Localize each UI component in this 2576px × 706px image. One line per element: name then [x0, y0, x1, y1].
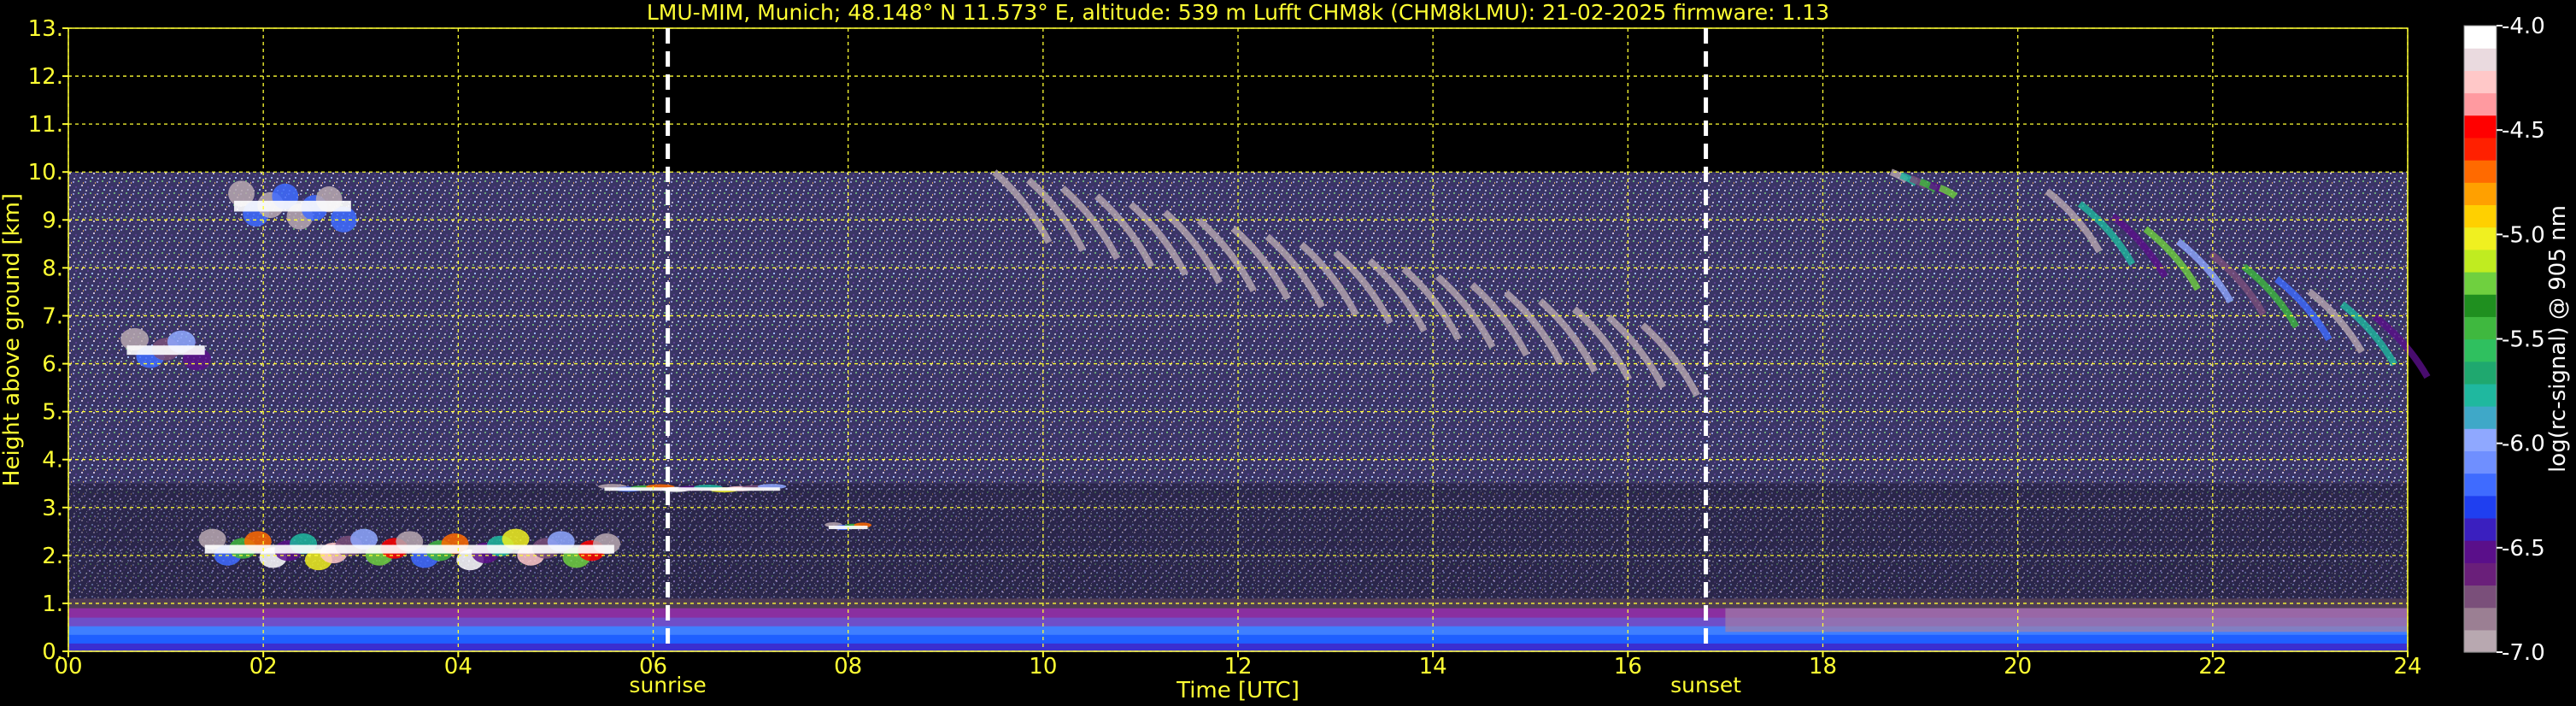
- sun-marker-label: sunset: [1670, 673, 1741, 697]
- colorbar-tick-label: -7.0: [2502, 640, 2545, 666]
- x-axis-label: Time [UTC]: [1176, 678, 1300, 703]
- y-tick-label: 7.: [42, 303, 63, 329]
- x-tick-label: 08: [834, 654, 862, 680]
- colorbar-segment: [2464, 495, 2497, 519]
- x-tick-label: 14: [1419, 654, 1447, 680]
- colorbar-segment: [2464, 473, 2497, 497]
- colorbar-segment: [2464, 227, 2497, 250]
- colorbar-segment: [2464, 70, 2497, 94]
- colorbar-label: log(rc-signal) @ 905 nm: [2545, 205, 2571, 473]
- x-tick-label: 16: [1614, 654, 1642, 680]
- y-tick-label: 12.: [28, 64, 63, 90]
- x-axis-ticks: 00 02 04 06 08 10 12 14 16 18 20 22 24: [54, 651, 2422, 680]
- colorbar-tick-label: -4.5: [2502, 118, 2545, 144]
- colorbar-tick-label: -5.0: [2502, 222, 2545, 248]
- colorbar-segment: [2464, 249, 2497, 273]
- y-tick-label: 0.: [42, 639, 63, 665]
- colorbar-segment: [2464, 182, 2497, 206]
- x-tick-label: 12: [1223, 654, 1252, 680]
- y-tick-label: 9.: [42, 208, 63, 233]
- y-axis-label: Height above ground [km]: [0, 193, 25, 486]
- x-tick-label: 06: [639, 654, 667, 680]
- colorbar-segment: [2464, 92, 2497, 116]
- cloud-core: [233, 200, 351, 212]
- x-tick-label: 24: [2393, 654, 2421, 680]
- colorbar-segment: [2464, 294, 2497, 317]
- colorbar-segment: [2464, 271, 2497, 295]
- ceilometer-chart: sunrise sunset 00 02 04 06 08 10 12 14 16 18 20 22 24…: [0, 0, 2571, 703]
- y-tick-label: 6.: [42, 352, 63, 378]
- y-tick-label: 2.: [42, 544, 63, 569]
- colorbar: -4.0 -4.5 -5.0 -5.5 -6.0 -6.5 -7.0: [2463, 14, 2545, 666]
- x-tick-label: 22: [2198, 654, 2227, 680]
- y-tick-label: 3.: [42, 496, 63, 521]
- colorbar-segment: [2464, 137, 2497, 161]
- cloud-core: [604, 487, 780, 491]
- colorbar-segment: [2464, 204, 2497, 228]
- x-tick-label: 02: [249, 654, 278, 680]
- colorbar-segment: [2464, 607, 2497, 631]
- colorbar-segment: [2464, 428, 2497, 451]
- colorbar-segment: [2464, 26, 2497, 49]
- colorbar-segment: [2464, 160, 2497, 183]
- colorbar-tick-label: -5.5: [2502, 327, 2545, 353]
- y-tick-label: 5.: [42, 400, 63, 426]
- x-tick-label: 18: [1809, 654, 1837, 680]
- x-tick-label: 20: [2004, 654, 2032, 680]
- colorbar-segment: [2464, 562, 2497, 586]
- colorbar-segment: [2464, 338, 2497, 362]
- colorbar-segment: [2464, 316, 2497, 340]
- x-tick-label: 10: [1029, 654, 1057, 680]
- colorbar-segment: [2464, 629, 2497, 653]
- y-tick-label: 4.: [42, 448, 63, 474]
- colorbar-segment: [2464, 48, 2497, 71]
- y-tick-label: 1.: [42, 591, 63, 617]
- colorbar-tick-label: -6.0: [2502, 432, 2545, 457]
- evening-layer: [1725, 608, 2408, 632]
- colorbar-segment: [2464, 406, 2497, 429]
- cloud-core: [126, 345, 205, 356]
- colorbar-segment: [2464, 115, 2497, 138]
- y-tick-label: 10.: [28, 160, 63, 185]
- colorbar-segment: [2464, 585, 2497, 609]
- colorbar-segment: [2464, 517, 2497, 541]
- cloud-core: [204, 544, 614, 554]
- colorbar-segment: [2464, 383, 2497, 407]
- y-tick-label: 11.: [28, 112, 63, 138]
- colorbar-tick-label: -4.0: [2502, 14, 2545, 39]
- y-tick-label: 13.: [28, 16, 63, 42]
- x-tick-label: 04: [444, 654, 472, 680]
- chart-title: LMU-MIM, Munich; 48.148° N 11.573° E, al…: [647, 0, 1829, 25]
- y-axis-ticks: 0. 1. 2. 3. 4. 5. 6. 7. 8. 9. 10. 11. 12. 13.: [28, 16, 68, 665]
- y-tick-label: 8.: [42, 256, 63, 281]
- colorbar-segment: [2464, 361, 2497, 385]
- colorbar-segment: [2464, 450, 2497, 474]
- colorbar-tick-label: -6.5: [2502, 536, 2545, 562]
- colorbar-segment: [2464, 540, 2497, 563]
